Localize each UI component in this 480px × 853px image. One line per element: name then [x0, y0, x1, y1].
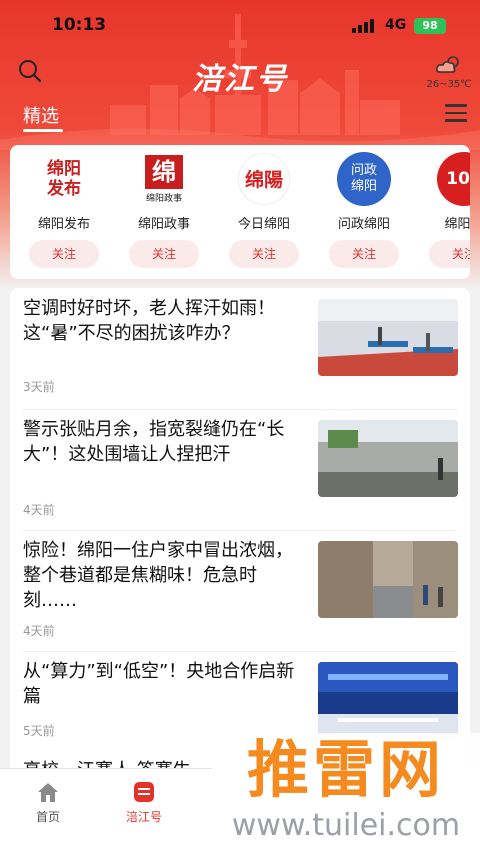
account-name: 问政绵阳 — [337, 217, 390, 232]
cellular-signal-icon — [352, 19, 374, 33]
brand-title: 涪江号 — [192, 62, 288, 97]
battery-icon: 98 — [414, 18, 446, 34]
account-jinri-mianyang[interactable]: 绵陽 今日绵阳 关注 — [214, 145, 314, 279]
news-feed: 空调时好时坏，老人挥汗如雨！这“暑”不尽的困扰该咋办？ 3天前 警示张贴月余，指… — [10, 288, 470, 768]
mianyang-zhengshi-logo: 绵 绵阳政事 — [145, 154, 183, 204]
tab-featured[interactable]: 精选 — [23, 102, 59, 128]
mianyang-fabu-logo: 绵阳 发布 — [47, 159, 81, 199]
follow-button[interactable]: 关注 — [29, 240, 99, 268]
news-time: 3天前 — [23, 380, 55, 394]
news-time: 4天前 — [23, 503, 55, 517]
follow-button[interactable]: 关注 — [329, 240, 399, 268]
search-icon[interactable] — [17, 58, 43, 84]
news-time: 5天前 — [23, 724, 55, 738]
news-title: 警示张贴月余，指宽裂缝仍在“长大”！这处围墙让人捏把汗 — [23, 419, 285, 465]
recommended-accounts: 绵阳 发布 绵阳发布 关注 绵 绵阳政事 绵阳政事 关注 绵陽 今日绵阳 关注 … — [10, 145, 470, 279]
active-tab-indicator — [23, 129, 63, 132]
watermark: 推雷网 www.tuilei.com — [212, 733, 480, 853]
watermark-url: www.tuilei.com — [231, 808, 461, 843]
news-title: 空调时好时坏，老人挥汗如雨！这“暑”不尽的困扰该咋办？ — [23, 298, 275, 344]
account-name: 今日绵阳 — [237, 217, 290, 232]
account-mianyang-fabu[interactable]: 绵阳 发布 绵阳发布 关注 — [14, 145, 114, 279]
news-thumbnail — [318, 662, 458, 739]
news-title: 惊险！绵阳一住户家中冒出浓烟，整个巷道都是焦糊味！危急时刻…… — [23, 540, 293, 611]
watermark-text: 推雷网 — [246, 733, 445, 806]
news-item[interactable]: 惊险！绵阳一住户家中冒出浓烟，整个巷道都是焦糊味！危急时刻…… 4天前 — [10, 530, 470, 652]
nav-home[interactable]: 首页 — [18, 781, 78, 825]
jinri-mianyang-logo: 绵陽 — [232, 151, 296, 207]
account-mianyang-radio[interactable]: 103 绵阳广 关注 — [414, 145, 470, 279]
wenzheng-mianyang-logo: 问政 绵阳 — [332, 151, 396, 207]
news-thumbnail — [318, 420, 458, 497]
follow-button[interactable]: 关注 — [429, 240, 470, 268]
weather-widget[interactable]: 26~35℃ — [424, 54, 474, 90]
follow-button[interactable]: 关注 — [229, 240, 299, 268]
network-type: 4G — [385, 17, 407, 33]
news-time: 4天前 — [23, 624, 55, 638]
news-item[interactable]: 警示张贴月余，指宽裂缝仍在“长大”！这处围墙让人捏把汗 4天前 — [10, 409, 470, 531]
news-title: 从“算力”到“低空”！央地合作启新篇 — [23, 661, 295, 707]
news-thumbnail — [318, 541, 458, 618]
account-wenzheng-mianyang[interactable]: 问政 绵阳 问政绵阳 关注 — [314, 145, 414, 279]
account-name: 绵阳政事 — [137, 217, 190, 232]
account-name: 绵阳广 — [444, 217, 470, 232]
menu-icon[interactable] — [445, 104, 467, 122]
fujiang-icon — [134, 782, 154, 802]
account-name: 绵阳发布 — [37, 217, 90, 232]
weather-temp: 26~35℃ — [426, 79, 472, 90]
news-item[interactable]: 空调时好时坏，老人挥汗如雨！这“暑”不尽的困扰该咋办？ 3天前 — [10, 288, 470, 410]
status-bar: 10:13 4G 98 — [0, 0, 480, 52]
mianyang-radio-logo: 103 — [432, 151, 470, 207]
cloudy-sun-icon — [436, 56, 459, 73]
home-icon — [38, 783, 58, 802]
news-thumbnail — [318, 299, 458, 376]
status-time: 10:13 — [52, 15, 107, 35]
nav-fujiang-label: 涪江号 — [125, 810, 162, 824]
nav-home-label: 首页 — [35, 810, 60, 824]
account-mianyang-zhengshi[interactable]: 绵 绵阳政事 绵阳政事 关注 — [114, 145, 214, 279]
nav-fujiang[interactable]: 涪江号 — [114, 781, 174, 825]
follow-button[interactable]: 关注 — [129, 240, 199, 268]
